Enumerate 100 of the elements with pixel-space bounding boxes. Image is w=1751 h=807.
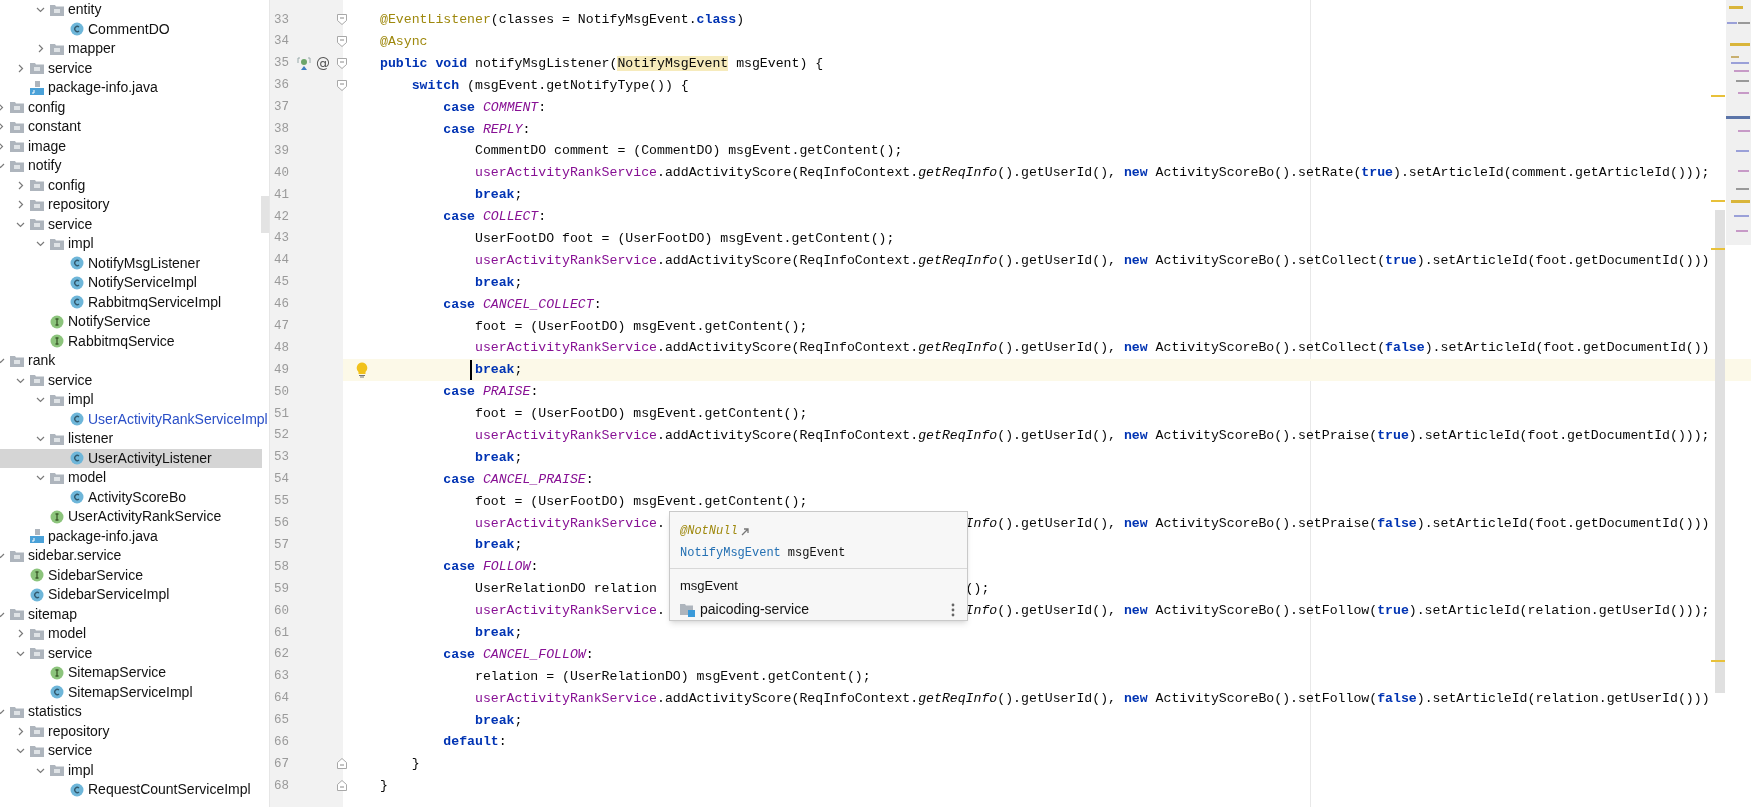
- line-number: 38: [273, 121, 290, 138]
- tree-item-label: notify: [28, 156, 62, 176]
- line-number: 40: [273, 164, 290, 182]
- scrollbar-thumb[interactable]: [261, 196, 269, 233]
- interface-icon: [30, 568, 44, 583]
- tree-item-label: service: [48, 741, 93, 761]
- fold-icon[interactable]: [337, 780, 347, 792]
- tree-item-label: package-info.java: [48, 78, 158, 98]
- code-line: break;: [473, 536, 523, 555]
- folder-icon: [10, 354, 24, 367]
- arrow-up-right-icon[interactable]: [740, 526, 750, 536]
- tree-item-label: config: [48, 175, 86, 195]
- line-number: 53: [273, 449, 290, 467]
- folder-icon: [30, 744, 44, 757]
- folder-icon: [10, 705, 24, 718]
- line-number: 42: [273, 208, 290, 226]
- tree-item-label: sidebar.service: [28, 546, 122, 566]
- folder-icon: [30, 198, 44, 211]
- class-icon: [70, 490, 84, 505]
- tree-item-label: entity: [68, 0, 102, 20]
- type-link[interactable]: NotifyMsgEvent: [680, 544, 781, 562]
- interface-icon: [50, 509, 64, 524]
- class-icon: [70, 782, 84, 797]
- folder-icon: [30, 647, 44, 660]
- tree-item-label: repository: [48, 195, 110, 215]
- line-number: 45: [273, 274, 290, 292]
- line-number: 39: [273, 142, 290, 160]
- folder-icon: [30, 725, 44, 738]
- tree-item-label: RabbitmqService: [68, 331, 175, 351]
- code-line: userActivityRankService.addActivityScore(ReqInfoContext.getReqInfo().getUserId(), new ActivityScoreBo().setRate(true).setArticleId(comment.getArticleId()));: [473, 164, 1710, 183]
- folder-icon: [10, 159, 24, 172]
- line-number: 34: [273, 33, 290, 51]
- line-number: 64: [273, 690, 290, 708]
- tree-item-label: mapper: [68, 39, 116, 59]
- code-line: break;: [473, 711, 523, 730]
- tree-item[interactable]: UserActivityListener: [0, 448, 262, 468]
- line-number: 47: [273, 318, 290, 336]
- code-line: case CANCEL_FOLLOW:: [442, 645, 594, 664]
- fold-icon[interactable]: [337, 35, 347, 47]
- line-number: 44: [273, 252, 290, 270]
- code-line: default:: [442, 733, 507, 752]
- fold-icon[interactable]: [337, 14, 347, 25]
- line-number: 63: [273, 668, 290, 686]
- tree-item-label: NotifyMsgListener: [88, 253, 201, 273]
- folder-icon: [50, 237, 64, 250]
- fold-icon[interactable]: [337, 758, 347, 770]
- code-line: case COMMENT:: [442, 98, 547, 117]
- folder-icon: [50, 393, 64, 406]
- tree-item-label: impl: [68, 390, 94, 410]
- tree-item-label: RabbitmqServiceImpl: [88, 292, 222, 312]
- code-line: break;: [473, 448, 523, 467]
- tree-item-label: service: [48, 370, 93, 390]
- code-line: userActivityRankService.addActivityScore(ReqInfoContext.getReqInfo().getUserId(), new ActivityScoreBo().setCollect(false).setArticleId(foot.getDocumentId()): [473, 339, 1710, 358]
- folder-icon: [50, 432, 64, 445]
- tree-item-label: model: [68, 468, 107, 488]
- folder-icon: [10, 140, 24, 153]
- fold-icon[interactable]: [337, 79, 347, 91]
- tree-item-label: service: [48, 643, 93, 663]
- folder-icon: [30, 218, 44, 231]
- code-line: userActivityRankService.: [473, 603, 665, 619]
- more-icon[interactable]: [951, 602, 955, 617]
- line-number: 48: [273, 339, 290, 357]
- tree-item-label: RequestCountServiceImpl: [88, 780, 251, 800]
- gutter-mark[interactable]: @: [316, 53, 330, 75]
- tree-item-label: rank: [28, 351, 56, 371]
- line-number: 62: [273, 646, 290, 664]
- tree-item-label: package-info.java: [48, 526, 158, 546]
- implementation-icon[interactable]: [297, 56, 311, 71]
- module-name: paicoding-service: [700, 600, 809, 619]
- class-icon: [70, 451, 84, 466]
- line-number: 57: [273, 536, 290, 554]
- line-number: 49: [273, 361, 290, 379]
- scrollbar-thumb[interactable]: [1715, 210, 1725, 693]
- lightbulb-icon[interactable]: [355, 362, 368, 379]
- line-number: 56: [273, 515, 290, 533]
- folder-icon: [10, 549, 24, 562]
- line-number: 61: [273, 624, 290, 642]
- tree-item-label: sitemap: [28, 604, 78, 624]
- tree-item-label: image: [28, 136, 67, 156]
- tree-item-label: constant: [28, 117, 81, 137]
- line-number: 65: [273, 712, 290, 730]
- tree-item-label: SitemapServiceImpl: [68, 682, 193, 702]
- line-number: 43: [273, 230, 290, 248]
- code-line: case FOLLOW:: [442, 558, 539, 577]
- folder-icon: [10, 120, 24, 133]
- folder-icon: [30, 179, 44, 192]
- code-line: foot = (UserFootDO) msgEvent.getContent();: [473, 405, 808, 424]
- chevron-down-icon[interactable]: [35, 473, 45, 483]
- tree-item-label: service: [48, 214, 93, 234]
- tree-item-label: CommentDO: [88, 19, 170, 39]
- line-number: 33: [273, 11, 290, 29]
- fold-icon[interactable]: [337, 57, 347, 69]
- chevron-down-icon[interactable]: [35, 434, 45, 444]
- interface-icon: [50, 314, 64, 329]
- folder-icon: [30, 62, 44, 75]
- code-line: foot = (UserFootDO) msgEvent.getContent();: [473, 492, 808, 511]
- java-file-icon: [30, 529, 44, 544]
- tree-item-label: NotifyService: [68, 312, 151, 332]
- code-line: }: [410, 755, 420, 774]
- chevron-down-icon[interactable]: [35, 5, 45, 15]
